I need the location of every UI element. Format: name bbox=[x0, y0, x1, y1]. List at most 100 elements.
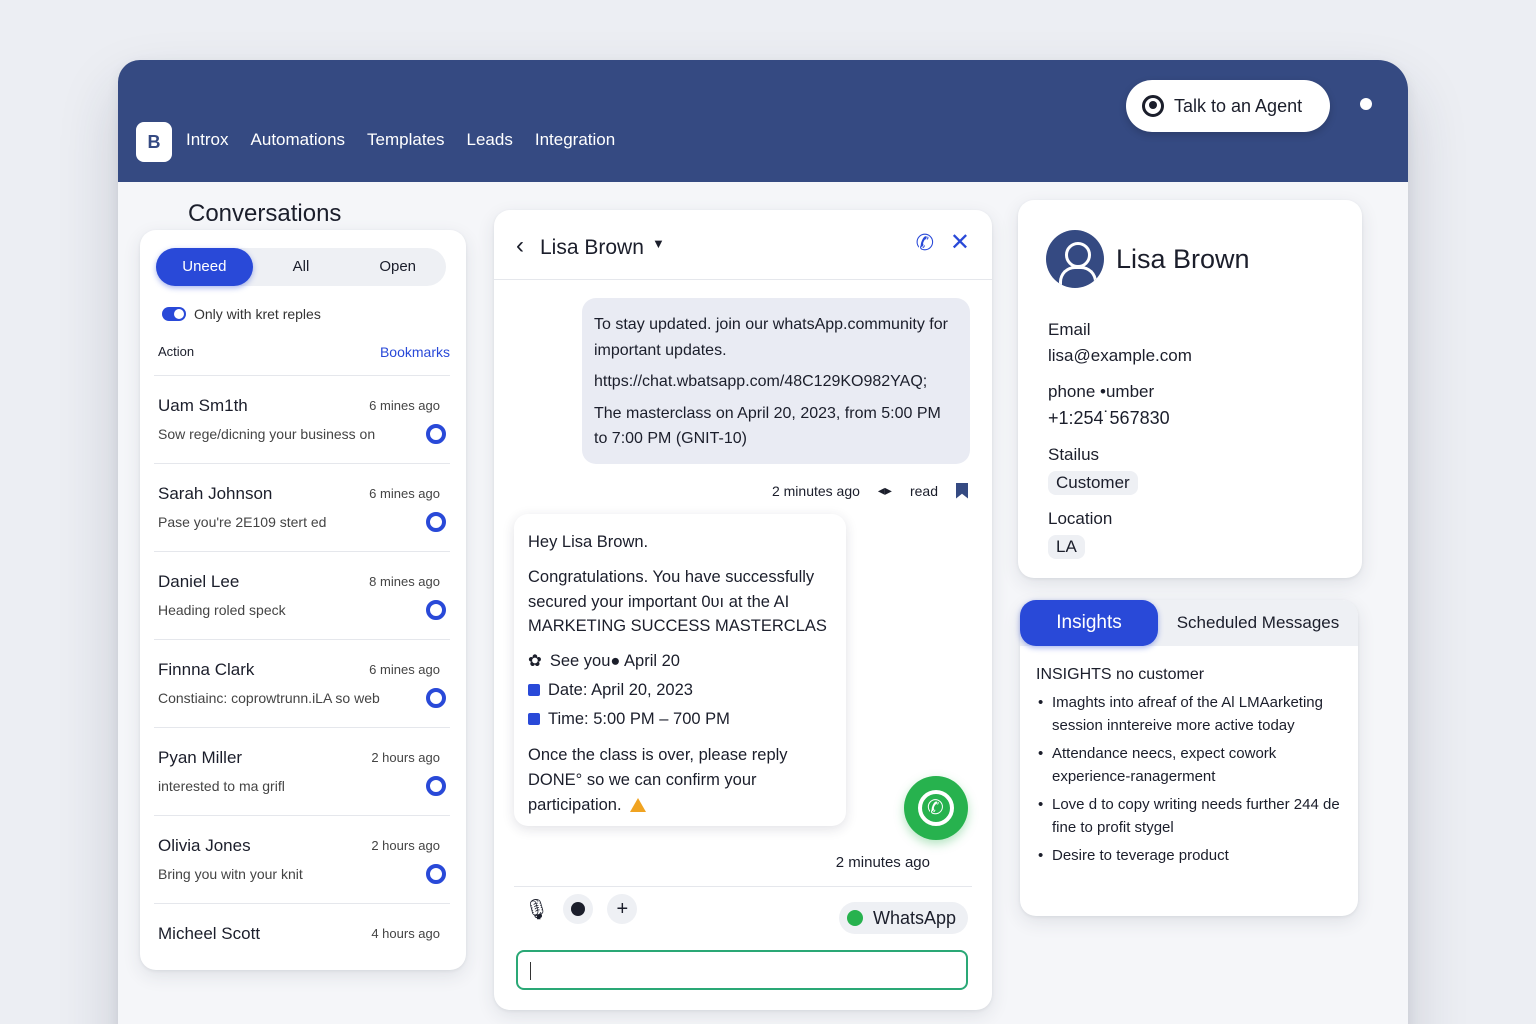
insight-item: Imaghts into afreaf of the Al LMAarketin… bbox=[1038, 692, 1346, 737]
email-value[interactable]: lisa@example.com bbox=[1048, 346, 1192, 366]
back-arrow-icon[interactable]: ‹ bbox=[516, 232, 524, 260]
nav-item-automations[interactable]: Automations bbox=[251, 130, 346, 150]
conversation-list: Uam Sm1th 6 mines ago Sow rege/dicning y… bbox=[154, 375, 450, 991]
nav-item-integration[interactable]: Integration bbox=[535, 130, 615, 150]
unread-indicator-icon bbox=[426, 864, 446, 884]
message-preview: Bring you witn your knit bbox=[158, 866, 303, 882]
close-icon[interactable]: ✕ bbox=[950, 228, 970, 257]
talk-to-agent-label: Talk to an Agent bbox=[1174, 95, 1303, 116]
action-label[interactable]: Action bbox=[158, 344, 194, 360]
bookmark-icon[interactable] bbox=[956, 482, 968, 499]
outgoing-message: To stay updated. join our whatsApp.commu… bbox=[582, 298, 970, 464]
conversations-title: Conversations bbox=[188, 200, 342, 227]
message-closing: Once the class is over, please reply DON… bbox=[528, 743, 832, 817]
message-time: 6 mines ago bbox=[369, 662, 440, 677]
contact-name: Daniel Lee bbox=[158, 572, 240, 591]
conversation-list-panel: Uneed All Open Only with kret reples Act… bbox=[140, 230, 466, 970]
read-status: read bbox=[909, 482, 938, 499]
talk-to-agent-button[interactable]: Talk to an Agent bbox=[1126, 80, 1330, 132]
nav-item-leads[interactable]: Leads bbox=[467, 130, 513, 150]
tab-open[interactable]: Open bbox=[349, 248, 446, 286]
tab-scheduled-messages[interactable]: Scheduled Messages bbox=[1158, 600, 1358, 646]
phone-value[interactable]: +1:254˙567830 bbox=[1048, 408, 1192, 429]
conversation-item[interactable]: Uam Sm1th 6 mines ago Sow rege/dicning y… bbox=[154, 375, 450, 463]
outgoing-message-text: To stay updated. join our whatsApp.commu… bbox=[594, 316, 948, 359]
contact-name: Micheel Scott bbox=[158, 924, 261, 943]
add-attachment-button[interactable]: + bbox=[607, 894, 638, 924]
outgoing-message-text: The masterclass on April 20, 2023, from … bbox=[594, 404, 941, 448]
message-time: 6 mines ago bbox=[369, 486, 440, 501]
insight-item: Desire to teverage product bbox=[1038, 845, 1346, 868]
message-preview: Heading roled speck bbox=[158, 602, 286, 618]
contact-name: Finnna Clark bbox=[158, 660, 255, 679]
composer-tools: 🎙 + bbox=[524, 894, 638, 924]
bookmarks-link[interactable]: Bookmarks bbox=[380, 344, 450, 360]
avatar bbox=[1046, 230, 1104, 288]
conversation-item[interactable]: Olivia Jones 2 hours ago Bring you witn … bbox=[154, 815, 450, 903]
app-logo[interactable]: B bbox=[136, 122, 172, 162]
contact-profile-card: Lisa Brown Email lisa@example.com phone … bbox=[1018, 200, 1362, 578]
conversation-item[interactable]: Finnna Clark 6 mines ago Constiainc: cop… bbox=[154, 639, 450, 727]
message-greeting: Hey Lisa Brown. bbox=[528, 533, 649, 551]
insight-item: Attendance neecs, expect cowork experien… bbox=[1038, 743, 1346, 788]
user-icon bbox=[1142, 95, 1164, 117]
unread-indicator-icon bbox=[426, 776, 446, 796]
main-nav: Introx Automations Templates Leads Integ… bbox=[186, 130, 615, 150]
incoming-time: 2 minutes ago bbox=[835, 854, 930, 871]
nav-item-inbox[interactable]: Introx bbox=[186, 130, 229, 150]
time-row: Time: 5:00 PM – 700 PM bbox=[528, 707, 832, 732]
whatsapp-channel-icon bbox=[846, 910, 863, 926]
read-receipt-icon: ◂▸ bbox=[877, 482, 892, 498]
nav-item-templates[interactable]: Templates bbox=[367, 130, 444, 150]
date-row: Date: April 20, 2023 bbox=[528, 678, 832, 703]
party-icon: ✿ bbox=[528, 652, 542, 670]
outgoing-time: 2 minutes ago bbox=[771, 482, 860, 499]
conversation-item[interactable]: Daniel Lee 8 mines ago Heading roled spe… bbox=[154, 551, 450, 639]
status-label: Stailus bbox=[1048, 445, 1100, 464]
contact-name: Sarah Johnson bbox=[158, 484, 273, 503]
status-dot bbox=[1360, 98, 1372, 110]
message-time: 6 mines ago bbox=[369, 398, 440, 413]
conversation-item[interactable]: Micheel Scott 4 hours ago bbox=[154, 903, 450, 991]
replies-toggle[interactable] bbox=[162, 307, 186, 321]
profile-name: Lisa Brown bbox=[1116, 244, 1250, 274]
tab-uneed[interactable]: Uneed bbox=[156, 248, 253, 286]
whatsapp-icon[interactable] bbox=[904, 776, 968, 840]
conversation-filter-tabs: Uneed All Open bbox=[156, 248, 446, 286]
contact-name: Olivia Jones bbox=[158, 836, 251, 855]
community-link[interactable]: https://chat.wbatsapp.com/48C129KO982YAQ… bbox=[594, 369, 958, 395]
phone-icon[interactable]: ✆ bbox=[916, 230, 934, 256]
conversation-item[interactable]: Sarah Johnson 6 mines ago Pase you're 2E… bbox=[154, 463, 450, 551]
see-you-text: See you● April 20 bbox=[549, 652, 680, 670]
replies-filter: Only with kret reples bbox=[162, 306, 321, 322]
chat-contact-name[interactable]: Lisa Brown bbox=[540, 236, 644, 260]
message-time: 2 hours ago bbox=[371, 750, 440, 765]
chevron-down-icon[interactable]: ▼ bbox=[652, 236, 665, 251]
microphone-icon[interactable]: 🎙 bbox=[524, 897, 549, 922]
message-time: 2 hours ago bbox=[371, 838, 440, 853]
contact-name: Pyan Miller bbox=[158, 748, 243, 767]
message-preview: Pase you're 2E109 stert ed bbox=[158, 514, 327, 530]
message-input[interactable] bbox=[516, 950, 968, 990]
unread-indicator-icon bbox=[426, 424, 446, 444]
list-actions: Action Bookmarks bbox=[158, 344, 450, 360]
conversation-item[interactable]: Pyan Miller 2 hours ago interested to ma… bbox=[154, 727, 450, 815]
record-button[interactable] bbox=[563, 894, 594, 924]
chat-header: ‹ Lisa Brown ▼ ✆ ✕ bbox=[494, 210, 992, 280]
event-time: Time: 5:00 PM – 700 PM bbox=[548, 709, 730, 728]
insights-title: INSIGHTS no customer bbox=[1036, 666, 1205, 683]
insights-list: Imaghts into afreaf of the Al LMAarketin… bbox=[1038, 692, 1346, 874]
composer-divider bbox=[514, 886, 972, 887]
incoming-message: Hey Lisa Brown. Congratulations. You hav… bbox=[514, 514, 846, 826]
message-preview: interested to ma grifl bbox=[158, 778, 285, 794]
channel-label: WhatsApp bbox=[872, 907, 956, 928]
warning-icon bbox=[629, 798, 646, 813]
tab-insights[interactable]: Insights bbox=[1020, 600, 1158, 646]
phone-label: phone •umber bbox=[1048, 382, 1155, 401]
top-navigation-bar: B Introx Automations Templates Leads Int… bbox=[118, 60, 1408, 182]
replies-toggle-label: Only with kret reples bbox=[194, 306, 321, 322]
location-badge: LA bbox=[1048, 535, 1085, 559]
calendar-icon bbox=[528, 684, 540, 697]
tab-all[interactable]: All bbox=[253, 248, 350, 286]
channel-selector[interactable]: WhatsApp bbox=[838, 902, 968, 934]
